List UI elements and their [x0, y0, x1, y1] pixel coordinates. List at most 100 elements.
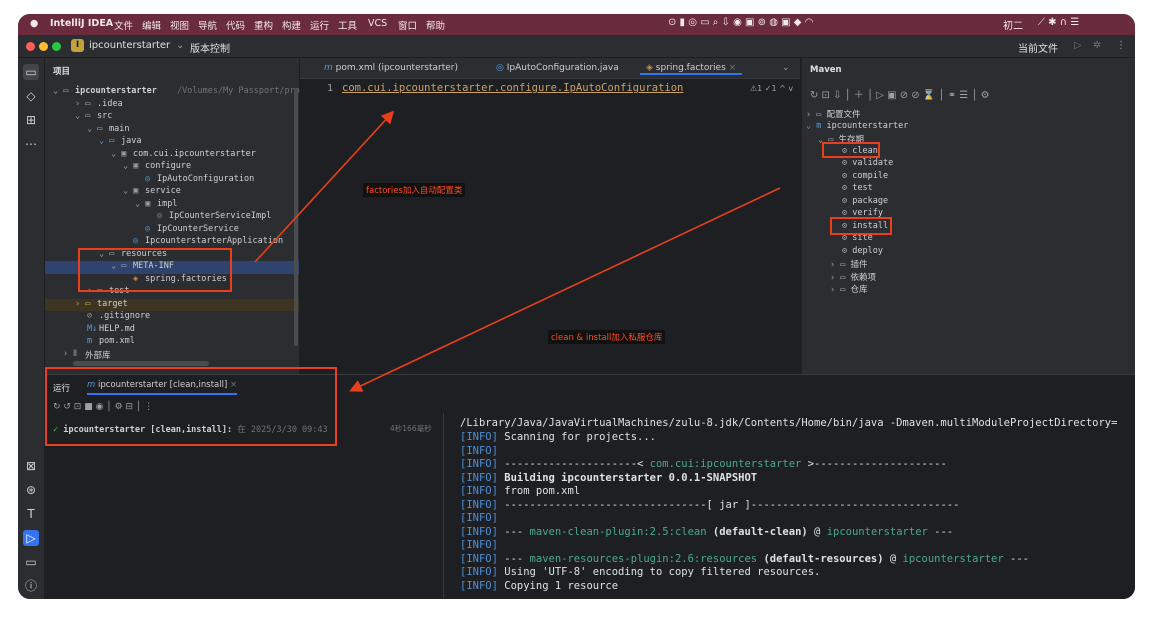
terminal-icon[interactable]: ▭: [23, 554, 39, 570]
tree-item-package[interactable]: ⌄ ▣ com.cui.ipcounterstarter: [45, 149, 299, 162]
project-folder-icon[interactable]: ▭: [23, 64, 39, 80]
problems-icon[interactable]: ⓘ: [23, 578, 39, 594]
console-line: [INFO]: [460, 444, 498, 457]
tree-root[interactable]: ⌄ ▭ ipcounterstarter/Volumes/My Passport/…: [45, 86, 305, 99]
vertical-scrollbar[interactable]: [294, 88, 298, 346]
maven-goal-test[interactable]: ⚙ test: [842, 183, 873, 196]
tree-item-target[interactable]: › ▭ target: [45, 298, 299, 311]
editor-tabs: m pom.xml (ipcounterstarter) ◎ IpAutoCon…: [300, 58, 800, 79]
console-line: [INFO] from pom.xml: [460, 485, 581, 497]
run-duration: 4秒166毫秒: [390, 424, 432, 433]
tree-item-external-libraries[interactable]: › ⫴ 外部库: [45, 349, 299, 362]
maven-goal-compile[interactable]: ⚙ compile: [842, 171, 888, 184]
console-line: [INFO] Building ipcounterstarter 0.0.1-S…: [460, 471, 758, 484]
minimize-window-button[interactable]: [39, 42, 48, 51]
maven-plugins[interactable]: › ▭ 插件: [830, 258, 868, 271]
maven-dependencies[interactable]: › ▭ 依赖项: [830, 271, 876, 284]
terminal-x-icon[interactable]: ⊠: [23, 458, 39, 474]
tabs-overflow-icon[interactable]: ⌄: [782, 63, 790, 73]
zoom-window-button[interactable]: [52, 42, 61, 51]
maven-toolbar[interactable]: ↻ ⊡ ⇩ │ ＋ │ ▷ ▣ ⊘ ⊘ ⌛ │ ⚭ ☰ │ ⚙: [810, 86, 990, 101]
maven-profiles[interactable]: › ▭ 配置文件: [806, 108, 861, 121]
horizontal-scrollbar[interactable]: [73, 361, 209, 366]
tree-item-application[interactable]: ◎ IpcounterstarterApplication: [45, 236, 299, 249]
run-icon[interactable]: ▷: [1074, 40, 1082, 51]
tab-ipautoconfiguration[interactable]: ◎ IpAutoConfiguration.java: [496, 63, 619, 73]
tool-window-strip: ▭ ◇ ⊞ ⋯ ⊠ ⊛ T ▷ ▭ ⓘ: [18, 58, 45, 599]
annotation-install-note: clean & install加入私服仓库: [548, 330, 666, 344]
line-gutter: 1: [300, 79, 334, 374]
menu-refactor[interactable]: 重构: [254, 18, 273, 32]
text-tool-icon[interactable]: T: [23, 506, 39, 522]
annotation-box-run: [45, 367, 337, 446]
console-line: [INFO] --------------------------------[…: [460, 498, 960, 511]
apple-menu-icon[interactable]: ●: [30, 18, 38, 29]
menu-code[interactable]: 代码: [226, 18, 245, 32]
services-icon[interactable]: ⊛: [23, 482, 39, 498]
menu-vcs[interactable]: VCS: [368, 18, 387, 29]
menu-tools[interactable]: 工具: [338, 18, 357, 32]
tree-item-ipcounterserviceimpl[interactable]: ◎ IpCounterServiceImpl: [45, 211, 299, 224]
tab-pom-xml[interactable]: m pom.xml (ipcounterstarter): [324, 63, 458, 73]
line-number: 1: [327, 83, 334, 94]
menu-edit[interactable]: 编辑: [142, 18, 161, 32]
project-switcher[interactable]: ipcounterstarter: [89, 40, 170, 51]
console-line: [INFO] Copying 1 resource: [460, 579, 619, 592]
more-icon[interactable]: ⋮: [1116, 40, 1126, 51]
tree-item-java[interactable]: ⌄ ▭ java: [45, 136, 299, 149]
console-line: [INFO] Scanning for projects...: [460, 431, 656, 443]
menu-navigate[interactable]: 导航: [198, 18, 217, 32]
tab-spring-factories[interactable]: ◈ spring.factories ×: [640, 63, 743, 75]
run-panel-icon[interactable]: ▷: [23, 530, 39, 546]
console-line: [INFO]: [460, 512, 498, 524]
tree-item-ipcounterservice[interactable]: ◎ IpCounterService: [45, 224, 299, 237]
project-panel: 项目 ⌄ ▭ ipcounterstarter/Volumes/My Passpo…: [45, 58, 305, 374]
debug-icon[interactable]: ✲: [1093, 40, 1101, 51]
menu-run[interactable]: 运行: [310, 18, 329, 32]
macos-menubar: ● IntelliJ IDEA 文件 编辑 视图 导航 代码 重构 构建 运行 …: [18, 14, 1135, 35]
maven-goal-validate[interactable]: ⚙ validate: [842, 158, 893, 171]
console-line: /Library/Java/JavaVirtualMachines/zulu-8…: [460, 417, 1118, 429]
maven-project[interactable]: ⌄ m ipcounterstarter: [806, 121, 908, 134]
console-line: [INFO] ---------------------< com.cui:ip…: [460, 458, 947, 470]
close-window-button[interactable]: [26, 42, 35, 51]
tree-item-pom-xml[interactable]: m pom.xml: [45, 336, 299, 349]
current-file-selector[interactable]: 当前文件: [1018, 40, 1058, 55]
tree-item-main[interactable]: ⌄ ▭ main: [45, 124, 299, 137]
maven-goal-deploy[interactable]: ⚙ deploy: [842, 246, 883, 259]
project-badge: I: [71, 39, 84, 52]
tree-item-ipautoconfiguration[interactable]: ◎ IpAutoConfiguration: [45, 174, 299, 187]
annotation-box-meta-inf: [78, 248, 232, 292]
tree-item-help-md[interactable]: M↓ HELP.md: [45, 324, 299, 337]
project-panel-title[interactable]: 项目: [53, 65, 70, 77]
tray-system-icons[interactable]: ⟋ ✱ ∩ ☰: [1038, 17, 1079, 28]
commit-icon[interactable]: ◇: [23, 88, 39, 104]
menu-build[interactable]: 构建: [282, 18, 301, 32]
tree-item-src[interactable]: ⌄ ▭ src: [45, 111, 299, 124]
tree-item-idea[interactable]: › ▭ .idea: [45, 99, 299, 112]
tray-date[interactable]: 初二: [1003, 17, 1023, 32]
ide-titlebar: I ipcounterstarter ⌄ 版本控制 当前文件 ▷ ✲ ⋮: [18, 35, 1135, 58]
maven-title: Maven: [810, 65, 842, 75]
maven-goal-package[interactable]: ⚙ package: [842, 196, 888, 209]
more-tools-icon[interactable]: ⋯: [23, 136, 39, 152]
code-line[interactable]: com.cui.ipcounterstarter.configure.IpAut…: [342, 82, 683, 94]
structure-icon[interactable]: ⊞: [23, 112, 39, 128]
console-line: [INFO] --- maven-clean-plugin:2.5:clean …: [460, 525, 954, 538]
menu-window[interactable]: 窗口: [398, 18, 417, 32]
menu-view[interactable]: 视图: [170, 18, 189, 32]
menu-help[interactable]: 帮助: [426, 18, 445, 32]
tray-status-icons[interactable]: ⊙ ▮ ◎ ▭ ⌕ ⇩ ◉ ▣ ⊚ ◍ ▣ ◆ ◠: [668, 17, 813, 28]
tree-item-configure[interactable]: ⌄ ▣ configure: [45, 161, 299, 174]
tree-item-service[interactable]: ⌄ ▣ service: [45, 186, 299, 199]
console-line: [INFO]: [460, 539, 498, 551]
vcs-menu[interactable]: 版本控制: [190, 40, 230, 55]
maven-repositories[interactable]: › ▭ 仓库: [830, 283, 868, 296]
annotation-factories-note: factories加入自动配置类: [363, 183, 466, 197]
menu-app-name[interactable]: IntelliJ IDEA: [50, 18, 113, 29]
tree-item-impl[interactable]: ⌄ ▣ impl: [45, 199, 299, 212]
inspection-widget[interactable]: ⚠1 ✓1 ^ v: [750, 84, 793, 93]
editor-area: m pom.xml (ipcounterstarter) ◎ IpAutoCon…: [300, 58, 800, 374]
tree-item-gitignore[interactable]: ⊘ .gitignore: [45, 311, 299, 324]
menu-file[interactable]: 文件: [114, 18, 133, 32]
